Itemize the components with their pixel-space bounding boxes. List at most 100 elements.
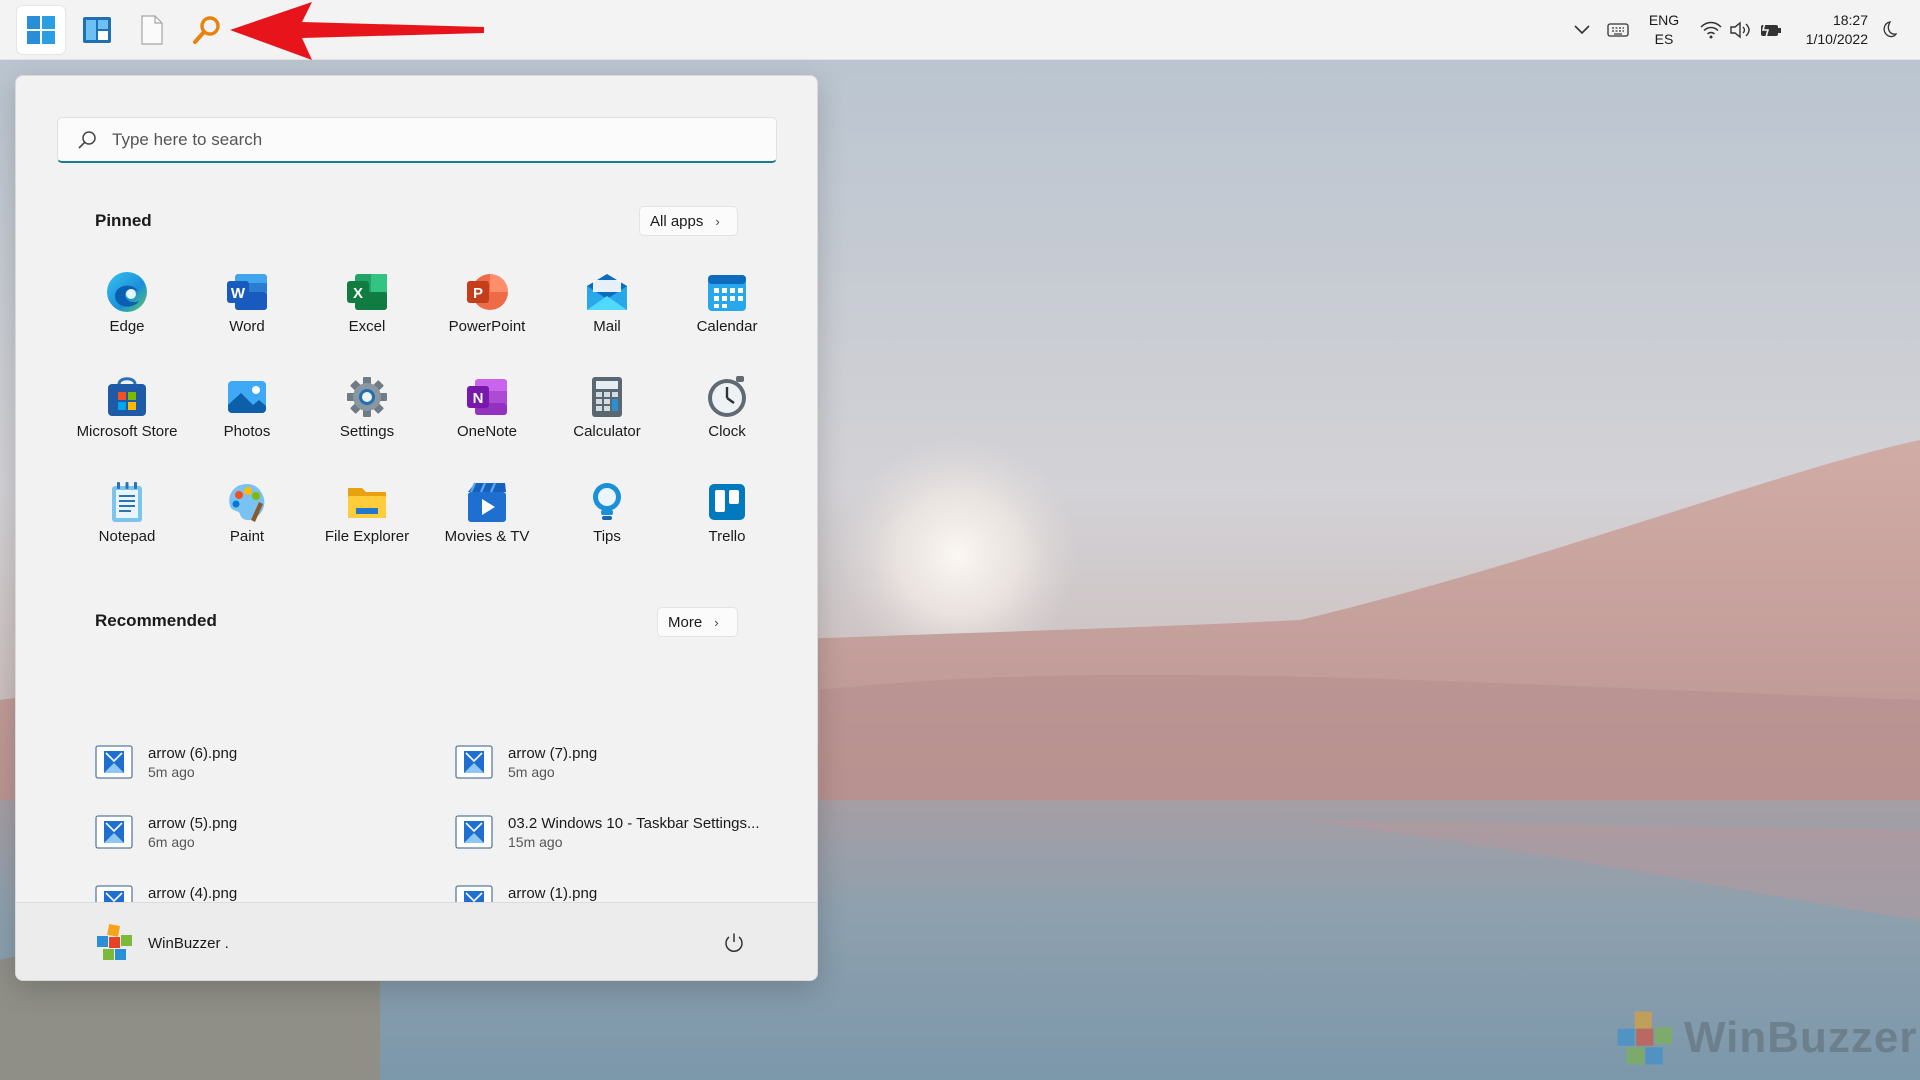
pinned-app-label: OneNote [456,423,518,440]
pinned-app-paint[interactable]: Paint [191,472,303,572]
pinned-app-word[interactable]: W Word [191,262,303,362]
file-icon [141,15,163,45]
chevron-right-icon: › [714,614,719,630]
notepad-icon [105,480,149,524]
pinned-app-trello[interactable]: Trello [671,472,783,572]
pinned-app-notepad[interactable]: Notepad [71,472,183,572]
pinned-app-photos[interactable]: Photos [191,367,303,467]
winbuzzer-logo-icon [1617,1011,1672,1065]
pinned-app-label: Excel [348,318,386,335]
pinned-app-microsoft-store[interactable]: Microsoft Store [71,367,183,467]
pinned-app-edge[interactable]: Edge [71,262,183,362]
clock-date: 1/10/2022 [1805,31,1868,47]
pinned-app-label: Trello [708,528,746,545]
clock-date-button[interactable]: 18:27 1/10/2022 [1796,0,1868,60]
clock-icon [705,375,749,419]
recommended-file-name: arrow (5).png [148,814,238,832]
pinned-app-calculator[interactable]: Calculator [551,367,663,467]
pinned-app-label: Movies & TV [444,528,530,545]
battery-button[interactable] [1756,0,1786,60]
more-button[interactable]: More › [657,607,738,637]
pinned-app-settings[interactable]: Settings [311,367,423,467]
pinned-app-label: File Explorer [324,528,410,545]
start-menu: Pinned All apps › Edge W Word X Excel P PowerP… [15,75,818,981]
show-hidden-icons-button[interactable] [1568,0,1596,60]
watermark: WinBuzzer [1612,1010,1918,1066]
start-menu-footer: WinBuzzer . [16,902,817,980]
pinned-app-label: Word [229,318,265,335]
calculator-icon [585,375,629,419]
recommended-file-name: arrow (1).png [508,884,598,902]
recommended-item-text: 03.2 Windows 10 - Taskbar Settings... 15m… [508,815,760,850]
moon-icon [1883,21,1897,38]
pinned-app-label: Edge [109,318,145,335]
pinned-app-excel[interactable]: X Excel [311,262,423,362]
search-button[interactable] [183,6,231,54]
language-primary: ENG [1648,12,1680,28]
image-file-icon [95,745,133,779]
gear-icon [345,375,389,419]
recommended-item-text: arrow (6).png 5m ago [148,745,237,780]
volume-button[interactable] [1726,0,1754,60]
touch-keyboard-button[interactable] [1604,0,1632,60]
chevron-right-icon: › [715,213,720,229]
mail-icon [585,270,629,314]
pinned-app-label: Tips [593,528,621,545]
file-button[interactable] [128,6,176,54]
folder-icon [345,480,389,524]
search-icon [78,130,96,149]
network-button[interactable] [1697,0,1725,60]
trello-icon [705,480,749,524]
excel-icon: X [345,270,389,314]
recommended-file-name: 03.2 Windows 10 - Taskbar Settings... [508,814,760,832]
wifi-icon [1700,21,1722,39]
pinned-app-movies-tv[interactable]: Movies & TV [431,472,543,572]
pinned-app-clock[interactable]: Clock [671,367,783,467]
pinned-app-label: PowerPoint [448,318,526,335]
image-file-icon [455,745,493,779]
all-apps-button[interactable]: All apps › [639,206,738,236]
start-button[interactable] [17,6,65,54]
pinned-app-label: Settings [339,423,395,440]
focus-assist-button[interactable] [1874,0,1902,60]
recommended-file-time: 15m ago [508,833,563,850]
recommended-file-time: 5m ago [508,763,555,780]
search-input[interactable] [112,119,776,160]
image-file-icon [455,815,493,849]
power-icon [725,933,743,952]
store-icon [105,375,149,419]
recommended-item[interactable]: 03.2 Windows 10 - Taskbar Settings... 15m… [455,804,785,860]
recommended-item[interactable]: arrow (7).png 5m ago [455,734,785,790]
language-indicator[interactable]: ENG ES [1644,0,1684,60]
pinned-app-label: Notepad [98,528,156,545]
search-icon [193,16,220,44]
language-secondary: ES [1654,31,1674,47]
image-file-icon [95,815,133,849]
paint-icon [225,480,269,524]
widgets-button[interactable] [73,6,121,54]
pinned-app-label: Microsoft Store [76,423,178,440]
pinned-app-powerpoint[interactable]: P PowerPoint [431,262,543,362]
avatar [97,924,132,960]
battery-charging-icon [1761,22,1781,38]
recommended-item[interactable]: arrow (6).png 5m ago [95,734,425,790]
powerpoint-icon: P [465,270,509,314]
user-name: WinBuzzer . [148,934,229,952]
start-search-box[interactable] [57,117,777,163]
recommended-item[interactable]: arrow (5).png 6m ago [95,804,425,860]
chevron-up-icon [1574,25,1590,35]
user-account-button[interactable]: WinBuzzer . [94,921,229,965]
windows-start-icon [27,16,55,44]
pinned-app-tips[interactable]: Tips [551,472,663,572]
watermark-text: WinBuzzer [1684,1013,1918,1062]
pinned-app-label: Calendar [696,318,758,335]
widgets-icon [83,17,111,43]
svg-text:P: P [473,285,483,302]
all-apps-label: All apps [650,212,704,230]
pinned-app-file-explorer[interactable]: File Explorer [311,472,423,572]
pinned-app-label: Mail [593,318,621,335]
power-button[interactable] [716,925,752,961]
pinned-app-calendar[interactable]: Calendar [671,262,783,362]
pinned-app-onenote[interactable]: N OneNote [431,367,543,467]
pinned-app-mail[interactable]: Mail [551,262,663,362]
